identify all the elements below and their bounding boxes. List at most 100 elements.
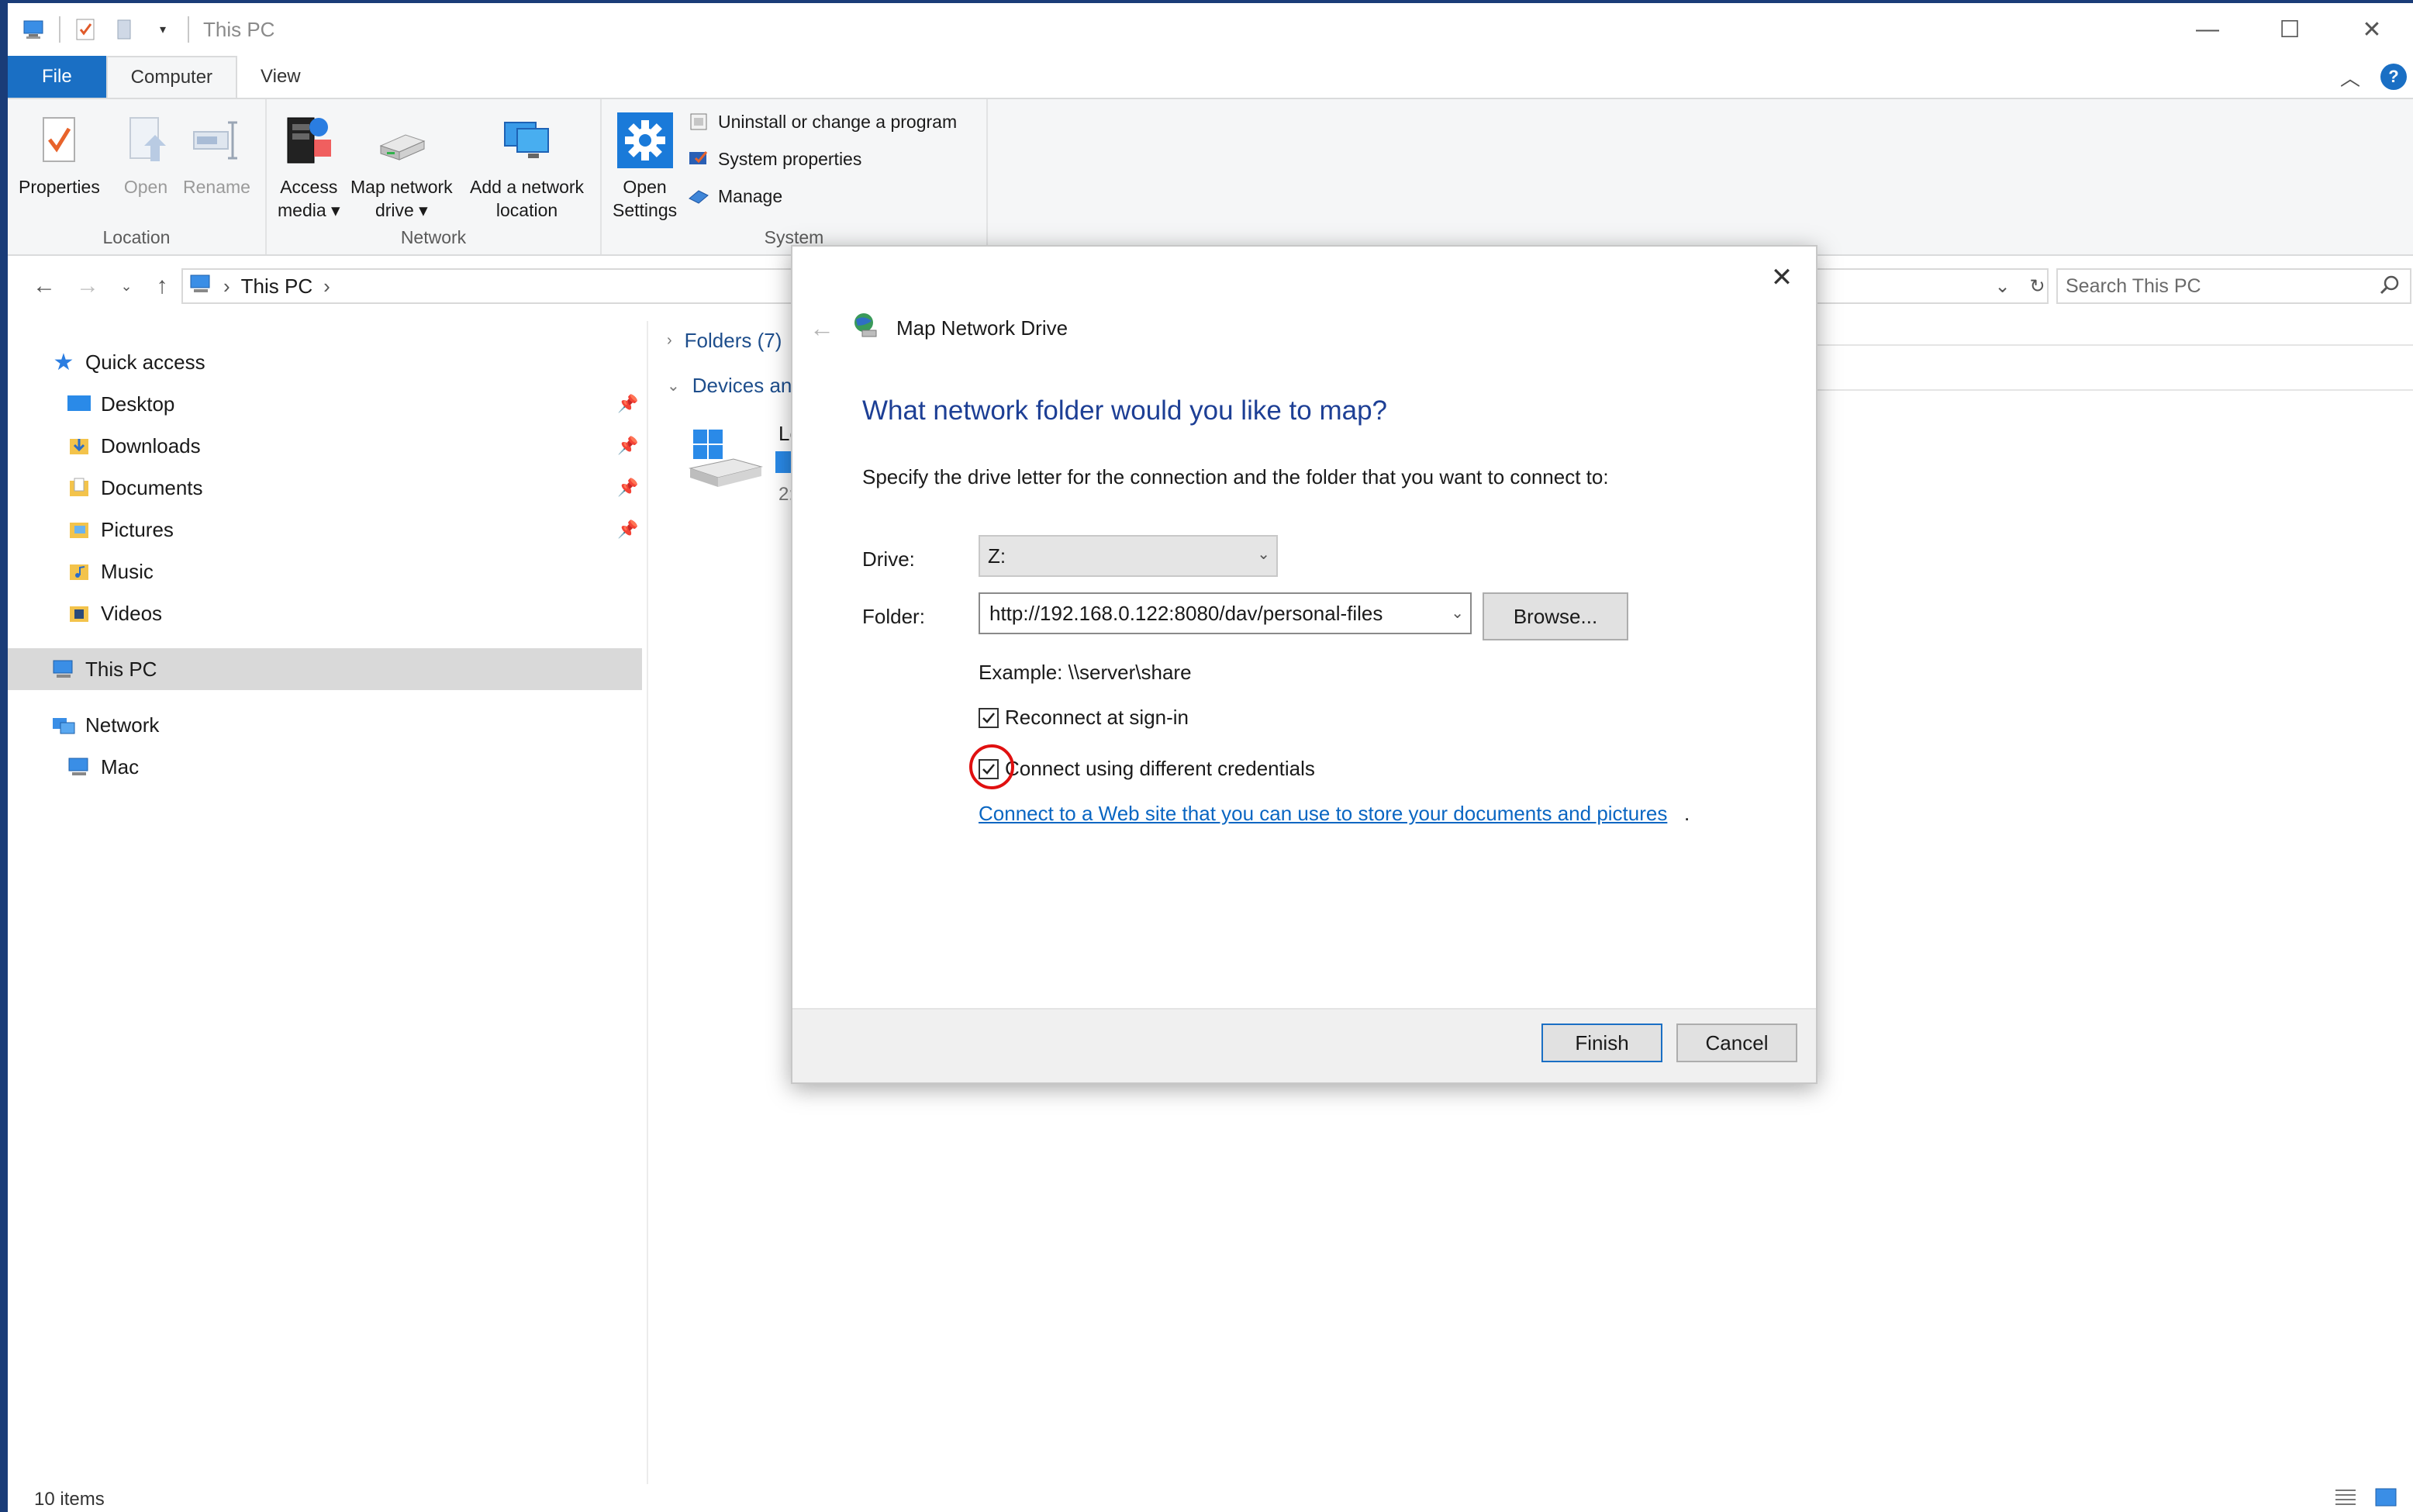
dialog-heading: What network folder would you like to ma… — [862, 395, 1387, 426]
search-input[interactable]: Search This PC — [2056, 268, 2411, 304]
folder-input[interactable]: http://192.168.0.122:8080/dav/personal-f… — [979, 592, 1472, 634]
ribbon-group-location: Properties Open Rename Location — [8, 99, 267, 254]
web-site-link[interactable]: Connect to a Web site that you can use t… — [979, 802, 1667, 826]
address-dropdown-icon[interactable]: ⌄ — [1994, 275, 2010, 298]
nav-mac[interactable]: Mac — [67, 747, 139, 786]
open-icon — [118, 107, 174, 174]
reconnect-checkbox-row[interactable]: Reconnect at sign-in — [979, 706, 1189, 730]
tab-file[interactable]: File — [8, 56, 106, 98]
chevron-down-icon[interactable]: ▾ — [149, 16, 177, 43]
ribbon-group-system: Open Settings Uninstall or change a prog… — [602, 99, 988, 254]
dialog-title: Map Network Drive — [896, 316, 1068, 340]
pin-icon[interactable]: 📌 — [617, 478, 638, 498]
properties-button[interactable]: Properties — [19, 107, 100, 198]
group-label-network: Network — [400, 227, 467, 247]
nav-item-desktop[interactable]: Desktop — [67, 385, 174, 423]
nav-item-videos[interactable]: Videos — [67, 594, 162, 633]
rename-icon — [188, 107, 244, 174]
drive-select[interactable]: Z: ⌄ — [979, 535, 1278, 577]
drive-select-value: Z: — [988, 544, 1006, 568]
nav-item-pictures[interactable]: Pictures — [67, 510, 174, 549]
window-controls: — ☐ ✕ — [2166, 3, 2413, 56]
chevron-down-icon: ⌄ — [667, 378, 680, 395]
uninstall-program-button[interactable]: Uninstall or change a program — [687, 110, 957, 133]
system-properties-button[interactable]: System properties — [687, 147, 861, 171]
breadcrumb-separator-icon[interactable]: › — [323, 274, 330, 299]
new-folder-qat-icon[interactable] — [110, 16, 138, 43]
network-icon — [51, 713, 76, 737]
status-item-count: 10 items — [34, 1489, 105, 1510]
finish-button[interactable]: Finish — [1541, 1024, 1662, 1062]
title-bar: ▾ This PC — ☐ ✕ — [8, 3, 2413, 56]
dialog-description: Specify the drive letter for the connect… — [862, 465, 1609, 488]
nav-network[interactable]: Network — [51, 706, 159, 744]
pictures-folder-icon — [67, 517, 91, 542]
explorer-window: ▾ This PC — ☐ ✕ File Computer View ︿ ? P… — [0, 0, 2413, 1512]
chevron-down-icon[interactable]: ⌄ — [1451, 603, 1464, 623]
access-media-button[interactable]: Access media ▾ — [278, 107, 340, 222]
open-settings-button[interactable]: Open Settings — [613, 107, 677, 222]
map-network-drive-button[interactable]: Map network drive ▾ — [350, 107, 453, 222]
access-media-icon — [281, 107, 337, 174]
map-drive-icon — [374, 107, 430, 174]
nav-item-music[interactable]: Music — [67, 552, 154, 591]
nav-quick-access[interactable]: ★ Quick access — [51, 343, 205, 381]
different-credentials-checkbox-row[interactable]: Connect using different credentials — [979, 757, 1315, 781]
properties-qat-icon[interactable] — [71, 16, 99, 43]
ribbon-tabs: File Computer View — [8, 56, 2413, 98]
quick-access-toolbar: ▾ — [8, 16, 189, 43]
manage-button[interactable]: Manage — [687, 185, 782, 208]
browse-button[interactable]: Browse... — [1483, 592, 1628, 640]
reconnect-label: Reconnect at sign-in — [1005, 706, 1189, 729]
view-toggles — [2334, 1487, 2397, 1512]
pin-icon[interactable]: 📌 — [617, 520, 638, 540]
folders-section-header[interactable]: › Folders (7) — [667, 329, 782, 353]
nav-item-downloads[interactable]: Downloads — [67, 426, 201, 465]
devices-section-header[interactable]: ⌄ Devices and — [667, 374, 803, 398]
cancel-button[interactable]: Cancel — [1676, 1024, 1797, 1062]
nav-item-documents[interactable]: Documents — [67, 468, 203, 507]
details-view-icon[interactable] — [2334, 1487, 2357, 1512]
documents-folder-icon — [67, 475, 91, 500]
breadcrumb-this-pc[interactable]: This PC — [241, 274, 312, 299]
search-placeholder: Search This PC — [2066, 274, 2201, 297]
computer-icon[interactable] — [20, 16, 48, 43]
maximize-button[interactable]: ☐ — [2249, 3, 2331, 56]
chevron-right-icon: › — [667, 332, 672, 349]
tab-computer[interactable]: Computer — [105, 56, 238, 98]
dialog-close-button[interactable]: ✕ — [1765, 261, 1799, 295]
nav-this-pc[interactable]: This PC — [51, 650, 157, 689]
uninstall-icon — [687, 110, 710, 133]
recent-locations-chevron-icon[interactable]: ⌄ — [107, 267, 146, 306]
local-disk-icon — [689, 430, 763, 487]
help-icon[interactable]: ? — [2380, 64, 2407, 90]
add-network-location-button[interactable]: Add a network location — [470, 107, 584, 222]
tab-view[interactable]: View — [237, 56, 324, 98]
group-label-location: Location — [102, 227, 171, 247]
up-arrow-icon[interactable]: ↑ — [143, 267, 181, 306]
open-button[interactable]: Open — [118, 107, 174, 198]
folder-input-value: http://192.168.0.122:8080/dav/personal-f… — [989, 601, 1383, 625]
example-text: Example: \\server\share — [979, 661, 1192, 684]
back-arrow-icon[interactable]: ← — [25, 267, 64, 306]
search-icon[interactable] — [2379, 274, 2401, 302]
dialog-header: ← Map Network Drive — [810, 312, 1068, 345]
large-icons-view-icon[interactable] — [2374, 1487, 2397, 1512]
forward-arrow-icon[interactable]: → — [68, 267, 107, 306]
back-arrow-icon[interactable]: ← — [810, 314, 834, 343]
collapse-ribbon-icon[interactable]: ︿ — [2340, 63, 2360, 91]
settings-gear-icon — [616, 107, 673, 174]
manage-icon — [687, 185, 710, 208]
rename-button[interactable]: Rename — [183, 107, 250, 198]
videos-folder-icon — [67, 601, 91, 626]
reconnect-checkbox[interactable] — [979, 707, 999, 728]
map-drive-globe-icon — [851, 312, 879, 345]
status-bar: 10 items — [8, 1484, 2413, 1512]
pin-icon[interactable]: 📌 — [617, 394, 638, 414]
pin-icon[interactable]: 📌 — [617, 436, 638, 456]
refresh-icon[interactable]: ↻ — [2029, 275, 2045, 298]
close-button[interactable]: ✕ — [2331, 3, 2413, 56]
minimize-button[interactable]: — — [2166, 3, 2249, 56]
local-disk-tile[interactable]: Lo 2: — [687, 422, 801, 505]
link-suffix: . — [1684, 802, 1690, 825]
